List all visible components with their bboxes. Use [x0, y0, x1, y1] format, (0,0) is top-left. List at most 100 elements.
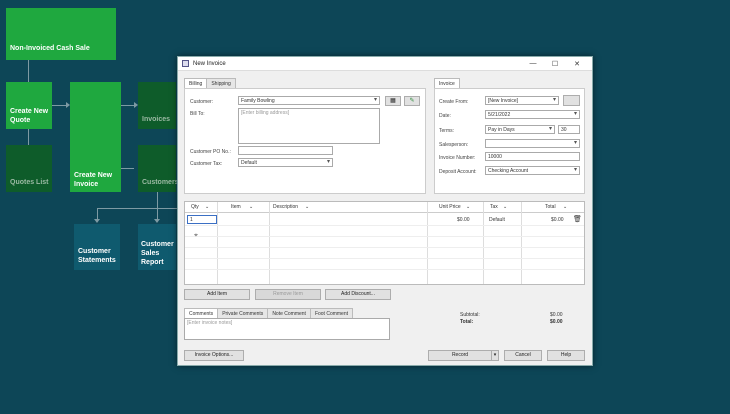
tile-customer-statements[interactable]: Customer Statements	[74, 224, 120, 270]
tile-create-new-quote[interactable]: Create New Quote	[6, 82, 52, 129]
grid-row-line	[185, 225, 584, 226]
add-item-button[interactable]: Add Item	[184, 289, 250, 300]
arrow-icon	[66, 102, 70, 108]
edit-customer-icon[interactable]: ✎	[404, 96, 420, 106]
grid-row-line	[185, 269, 584, 270]
deposit-account-label: Deposit Account:	[439, 169, 477, 175]
arrow-down-icon	[94, 219, 100, 223]
record-button[interactable]: Record	[428, 350, 492, 361]
chevron-down-icon[interactable]: ⌄	[205, 204, 209, 210]
deposit-account-select[interactable]: Checking Account	[485, 166, 580, 175]
window-icon	[182, 60, 189, 67]
grid-divider	[269, 202, 270, 284]
row-unit-price: $0.00	[457, 217, 470, 223]
tile-customers[interactable]: Customers	[138, 145, 179, 192]
window-title: New Invoice	[193, 60, 226, 67]
create-from-button[interactable]	[563, 95, 580, 106]
customer-lookup-icon[interactable]: ▦	[385, 96, 401, 106]
tile-non-invoiced-cash-sale[interactable]: Non-Invoiced Cash Sale	[6, 8, 116, 60]
help-button[interactable]: Help	[547, 350, 585, 361]
comments-textarea[interactable]: [Enter invoice notes]	[184, 318, 390, 340]
connector	[97, 208, 177, 209]
connector	[52, 105, 66, 106]
tile-label: Non-Invoiced Cash Sale	[10, 45, 90, 53]
tile-create-new-invoice[interactable]: Create New Invoice	[70, 82, 121, 192]
chevron-down-icon[interactable]: ⌄	[466, 204, 470, 210]
customer-po-label: Customer PO No.:	[190, 149, 231, 155]
subtotal-label: Subtotal:	[460, 312, 480, 318]
chevron-down-icon[interactable]: ⌄	[503, 204, 507, 210]
connector	[28, 60, 29, 82]
tile-label: Customer Statements	[78, 248, 116, 264]
close-button[interactable]: ✕	[566, 60, 588, 68]
col-item[interactable]: Item	[231, 204, 241, 210]
customer-label: Customer:	[190, 99, 214, 105]
maximize-button[interactable]: ☐	[544, 60, 566, 68]
customer-po-input[interactable]	[238, 146, 333, 155]
col-description[interactable]: Description	[273, 204, 298, 210]
tile-label: Create New Invoice	[74, 172, 113, 188]
subtotal-value: $0.00	[550, 312, 563, 318]
grid-header: Qty ⌄ Item ⌄ Description ⌄ Unit Price ⌄ …	[185, 202, 584, 213]
record-dropdown-icon[interactable]: ▾	[491, 350, 499, 361]
salesperson-select[interactable]	[485, 139, 580, 148]
customer-tax-label: Customer Tax:	[190, 161, 223, 167]
terms-days-stepper[interactable]: 30	[558, 125, 580, 134]
row-total: $0.00	[551, 217, 564, 223]
chevron-down-icon[interactable]: ⌄	[249, 204, 253, 210]
grid-row-line	[185, 247, 584, 248]
invoice-options-button[interactable]: Invoice Options...	[184, 350, 244, 361]
minimize-button[interactable]: —	[522, 60, 544, 67]
invoice-number-input[interactable]: 10000	[485, 152, 580, 161]
qty-input[interactable]: 1	[187, 215, 217, 224]
total-label: Total:	[460, 319, 474, 325]
col-tax[interactable]: Tax	[490, 204, 498, 210]
customer-select[interactable]: Family Bowling	[238, 96, 380, 105]
add-discount-button[interactable]: Add Discount...	[325, 289, 391, 300]
terms-select[interactable]: Pay in Days	[485, 125, 555, 134]
cancel-button[interactable]: Cancel	[504, 350, 542, 361]
col-qty[interactable]: Qty	[191, 204, 199, 210]
terms-label: Terms:	[439, 128, 454, 134]
date-picker[interactable]: 5/21/2022	[485, 110, 580, 119]
connector	[121, 168, 134, 169]
tile-label: Customer Sales Report	[141, 241, 174, 266]
col-total[interactable]: Total	[545, 204, 556, 210]
line-items-grid: Qty ⌄ Item ⌄ Description ⌄ Unit Price ⌄ …	[184, 201, 585, 285]
grid-row-line	[185, 258, 584, 259]
tile-label: Create New Quote	[10, 108, 49, 124]
chevron-down-icon[interactable]: ⌄	[305, 204, 309, 210]
tile-invoices[interactable]: Invoices	[138, 82, 176, 129]
connector	[121, 105, 134, 106]
mouse-cursor-icon: ⌖	[194, 232, 198, 239]
salesperson-label: Salesperson:	[439, 142, 469, 148]
bill-to-label: Bill To:	[190, 111, 205, 117]
customer-tax-select[interactable]: Default	[238, 158, 333, 167]
total-value: $0.00	[550, 319, 563, 325]
connector	[157, 192, 158, 220]
tile-label: Invoices	[142, 116, 171, 123]
tile-quotes-list[interactable]: Quotes List	[6, 145, 52, 192]
create-from-select[interactable]: [New Invoice]	[485, 96, 559, 105]
arrow-icon	[134, 102, 138, 108]
invoice-number-label: Invoice Number:	[439, 155, 476, 161]
delete-row-icon[interactable]: 🗑	[573, 215, 582, 223]
tile-label: Customers	[142, 179, 179, 186]
grid-divider	[427, 202, 428, 284]
row-tax: Default	[489, 217, 505, 223]
grid-divider	[217, 202, 218, 284]
title-bar: New Invoice — ☐ ✕	[178, 57, 592, 71]
tile-label: Quotes List	[10, 179, 49, 186]
chevron-down-icon[interactable]: ⌄	[563, 204, 567, 210]
arrow-down-icon	[154, 219, 160, 223]
date-label: Date:	[439, 113, 451, 119]
tile-customer-sales-report[interactable]: Customer Sales Report	[138, 224, 176, 270]
grid-row-line	[185, 236, 584, 237]
grid-divider	[483, 202, 484, 284]
connector	[28, 129, 29, 145]
col-unit-price[interactable]: Unit Price	[439, 204, 461, 210]
grid-divider	[521, 202, 522, 284]
create-from-label: Create From:	[439, 99, 469, 105]
bill-to-textarea[interactable]: [Enter billing address]	[238, 108, 380, 144]
remove-item-button[interactable]: Remove Item	[255, 289, 321, 300]
